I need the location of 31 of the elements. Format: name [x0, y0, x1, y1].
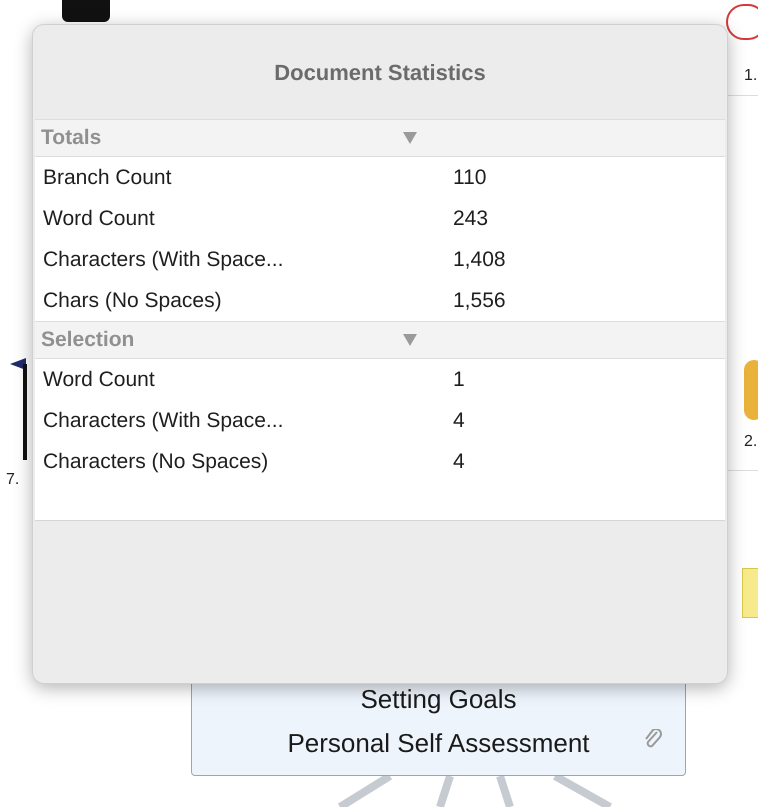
section-header[interactable]: Selection: [35, 321, 725, 359]
stat-label: Characters (No Spaces): [43, 448, 270, 475]
rule-line: [728, 95, 758, 96]
stat-label: Chars (No Spaces): [43, 288, 223, 314]
topic-text: Personal Self Assessment: [287, 727, 590, 760]
stat-label: Characters (With Space...: [43, 408, 284, 434]
stat-label: Branch Count: [43, 164, 172, 191]
stat-value: 110: [453, 164, 488, 191]
section-title: Totals: [41, 125, 102, 152]
popover-title: Document Statistics: [274, 58, 486, 86]
topic-number: 2.: [744, 432, 758, 452]
stat-value: 1,556: [453, 288, 507, 314]
rule-line: [728, 470, 758, 471]
stat-value: 1,408: [453, 246, 507, 273]
topic-text: Setting Goals: [360, 683, 517, 716]
topic-number: 1.: [744, 66, 758, 86]
stat-label: Characters (With Space...: [43, 246, 284, 273]
stat-value: 4: [453, 408, 466, 434]
stat-value: 1: [453, 366, 466, 393]
shape-drawing: [62, 0, 110, 22]
section-title: Selection: [41, 327, 136, 354]
stat-value: 4: [453, 448, 466, 475]
stat-value: 243: [453, 206, 490, 232]
collapse-triangle-icon: [403, 334, 417, 346]
topic-number: 7.: [6, 470, 20, 490]
collapse-triangle-icon: [403, 132, 417, 144]
shape-drawing: [744, 360, 758, 420]
section-header[interactable]: Totals: [35, 119, 725, 157]
sticky-note: [742, 568, 758, 618]
stat-label: Word Count: [43, 366, 156, 393]
stat-label: Word Count: [43, 206, 156, 232]
